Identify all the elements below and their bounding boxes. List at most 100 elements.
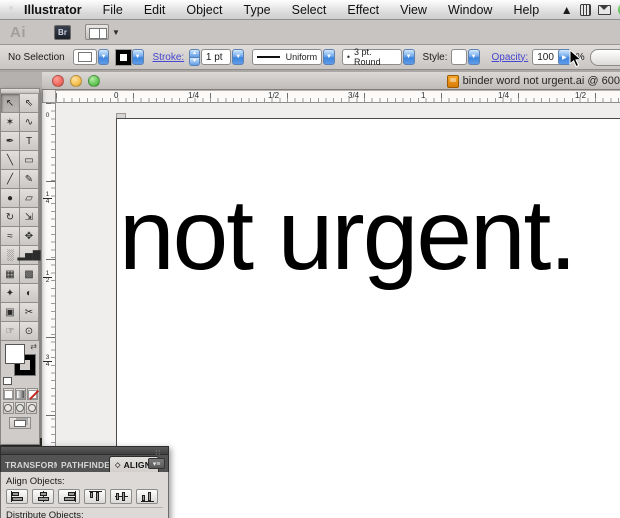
document-setup-button[interactable]: [590, 49, 620, 66]
menu-item-type[interactable]: Type: [244, 3, 271, 17]
minimize-button[interactable]: [70, 74, 82, 87]
free-transform-tool[interactable]: ✥: [20, 227, 39, 246]
gradient-icon: [16, 389, 25, 399]
stroke-link[interactable]: Stroke:: [153, 52, 185, 63]
direct-selection-tool[interactable]: ⇖: [20, 94, 39, 113]
brush-dropdown[interactable]: • 3 pt. Round: [341, 47, 402, 67]
align-bottom-icon: [140, 491, 155, 502]
align-bottom-button[interactable]: [136, 489, 158, 504]
menu-item-object[interactable]: Object: [186, 3, 222, 17]
divider: [6, 507, 163, 508]
arrange-documents-button[interactable]: [85, 24, 109, 40]
draw-inside-button[interactable]: [26, 402, 38, 414]
close-button[interactable]: [52, 74, 64, 87]
draw-normal-icon: [4, 404, 13, 412]
gradient-tool[interactable]: ▩: [20, 265, 39, 284]
rotate-tool[interactable]: ↻: [1, 208, 20, 227]
drive-icon[interactable]: ▲: [560, 3, 573, 17]
align-horizontal-center-icon: [36, 491, 51, 502]
drawing-modes-row: [1, 401, 39, 415]
chevron-down-icon[interactable]: ▼: [112, 28, 120, 37]
lasso-tool[interactable]: ∿: [20, 113, 39, 132]
align-vertical-center-button[interactable]: [110, 489, 132, 504]
illustrator-screen: Illustrator File Edit Object Type Select Effec…: [0, 0, 620, 518]
align-horizontal-center-button[interactable]: [32, 489, 54, 504]
menu-item-window[interactable]: Window: [448, 3, 492, 17]
mail-icon[interactable]: [598, 4, 612, 15]
align-right-button[interactable]: [58, 489, 80, 504]
fill-color-swatch[interactable]: [72, 49, 97, 65]
draw-normal-button[interactable]: [3, 402, 14, 414]
align-top-button[interactable]: [84, 489, 106, 504]
color-button[interactable]: [3, 388, 14, 400]
fill-proxy[interactable]: [5, 344, 25, 364]
menu-item-file[interactable]: File: [103, 3, 123, 17]
zoom-window-button[interactable]: [88, 74, 100, 87]
blob-brush-tool[interactable]: ●: [1, 189, 20, 208]
mesh-tool[interactable]: ▦: [1, 265, 20, 284]
bridge-button[interactable]: Br: [54, 24, 71, 40]
width-profile-arrow[interactable]: ▼: [323, 49, 335, 65]
none-button[interactable]: [27, 388, 38, 400]
h-ruler-label: 3/4: [348, 91, 360, 100]
horizontal-ruler[interactable]: 0 1/4 1/2 3/4 1 1/4 1/2: [56, 90, 620, 103]
stroke-weight-field[interactable]: 1 pt: [200, 49, 232, 65]
h-ruler-label: 1/2: [268, 91, 280, 100]
menu-item-help[interactable]: Help: [513, 3, 539, 17]
menu-item-edit[interactable]: Edit: [144, 3, 166, 17]
screen-mode-button[interactable]: [9, 417, 31, 429]
pencil-tool[interactable]: ✎: [20, 170, 39, 189]
brush-dropdown-arrow[interactable]: ▼: [402, 49, 415, 65]
pen-tool[interactable]: ✒: [1, 132, 20, 151]
v-ruler-label: 34: [43, 354, 52, 368]
align-left-button[interactable]: [6, 489, 28, 504]
document-titlebar[interactable]: binder word not urgent.ai @ 600: [42, 72, 620, 90]
blend-tool[interactable]: ◐: [20, 284, 39, 303]
width-profile-dropdown[interactable]: Uniform: [252, 49, 323, 65]
style-dropdown-arrow[interactable]: ▼: [467, 49, 480, 65]
menu-item-select[interactable]: Select: [292, 3, 327, 17]
fill-dropdown-arrow[interactable]: ▼: [97, 49, 110, 65]
menu-item-illustrator[interactable]: Illustrator: [24, 3, 82, 17]
opacity-field[interactable]: 100 ▶: [532, 49, 572, 65]
width-tool[interactable]: ≈: [1, 227, 20, 246]
scale-tool[interactable]: ⇲: [20, 208, 39, 227]
menu-item-view[interactable]: View: [400, 3, 427, 17]
hand-tool[interactable]: ☞: [1, 322, 20, 341]
artboard[interactable]: [116, 118, 620, 518]
type-tool[interactable]: T: [20, 132, 39, 151]
panel-menu-button[interactable]: ▾≡: [148, 458, 165, 469]
graph-tool[interactable]: ▂▅▇: [17, 246, 41, 265]
tab-pathfinder[interactable]: PATHFINDER: [57, 457, 109, 472]
swap-fill-stroke-icon[interactable]: ⇄: [30, 342, 37, 351]
stroke-dropdown-arrow[interactable]: ▼: [131, 49, 144, 65]
menu-item-effect[interactable]: Effect: [347, 3, 379, 17]
selection-tool[interactable]: ↖: [1, 94, 20, 113]
panel-grip[interactable]: ∷: [0, 446, 169, 457]
stepper-up-icon[interactable]: ▲: [189, 48, 200, 58]
rectangle-tool[interactable]: ▭: [20, 151, 39, 170]
eraser-tool[interactable]: ▱: [20, 189, 39, 208]
artwork-text[interactable]: not urgent.: [119, 185, 577, 285]
draw-behind-button[interactable]: [14, 402, 26, 414]
style-dropdown[interactable]: [450, 49, 467, 65]
fill-stroke-proxy: ⇄: [1, 341, 39, 387]
gradient-button[interactable]: [15, 388, 26, 400]
opacity-link[interactable]: Opacity:: [492, 52, 529, 63]
paintbrush-tool[interactable]: ╱: [1, 170, 20, 189]
ruler-corner[interactable]: [42, 90, 56, 103]
default-fill-stroke-icon[interactable]: [3, 377, 12, 385]
stroke-weight-dropdown-arrow[interactable]: ▼: [232, 49, 245, 65]
stroke-color-swatch[interactable]: [115, 48, 132, 66]
zoom-tool[interactable]: ⊙: [20, 322, 39, 341]
artboard-tool[interactable]: ▣: [1, 303, 20, 322]
tab-transform[interactable]: TRANSFORM: [1, 457, 57, 472]
eyedropper-tool[interactable]: ✦: [1, 284, 20, 303]
magic-wand-tool[interactable]: ✶: [1, 113, 20, 132]
stepper-down-icon[interactable]: ▼: [189, 57, 200, 66]
stroke-weight-stepper[interactable]: ▲ ▼: [189, 48, 200, 66]
align-left-icon: [10, 491, 25, 502]
slice-tool[interactable]: ✂: [20, 303, 39, 322]
film-icon[interactable]: [580, 3, 592, 16]
line-tool[interactable]: ╲: [1, 151, 20, 170]
